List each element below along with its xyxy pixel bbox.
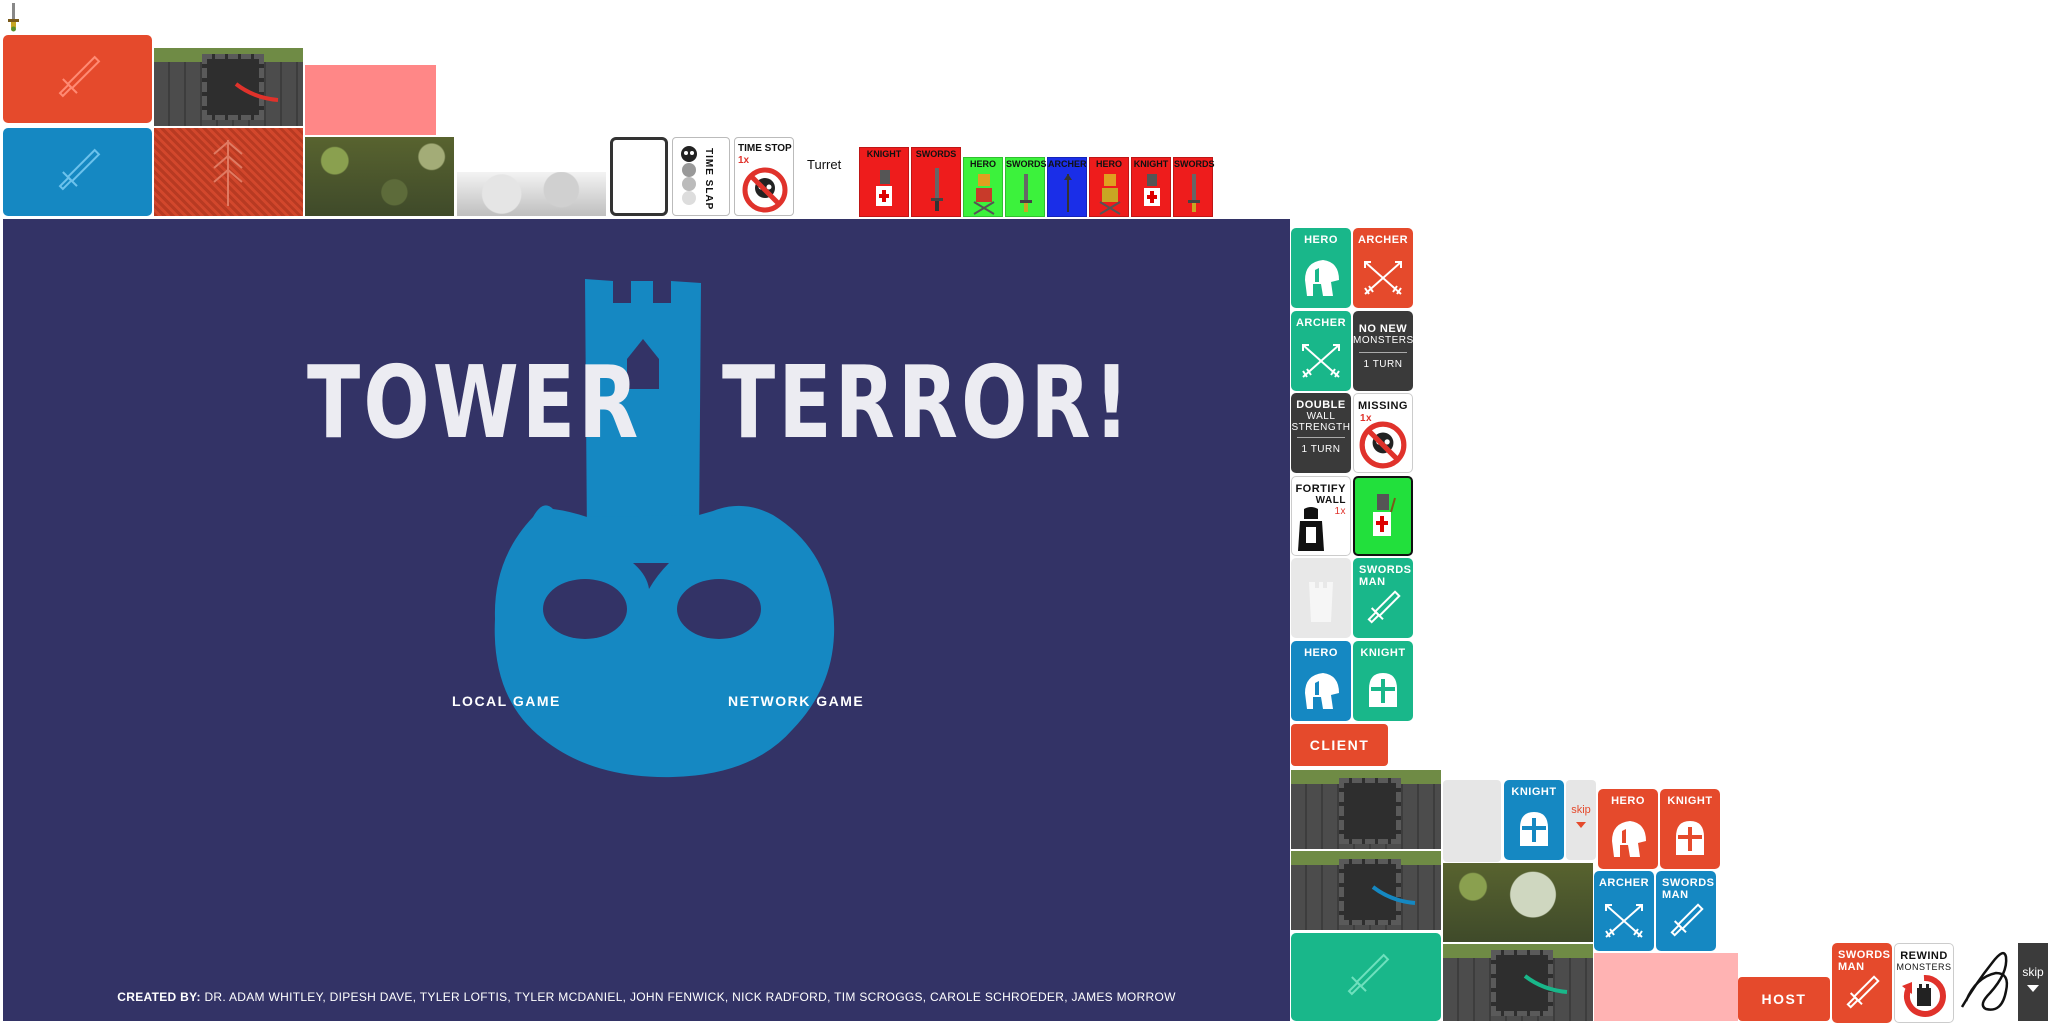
light-pink-block	[1594, 953, 1738, 1021]
card-hero-blue[interactable]: HERO	[1291, 641, 1351, 721]
card-swordsman-teal[interactable]: SWORDS MAN	[1353, 558, 1413, 638]
card-archer-teal[interactable]: ARCHER	[1291, 311, 1351, 391]
helmet-icon	[1305, 260, 1339, 296]
tower-icon	[1309, 582, 1333, 622]
card-hero-teal[interactable]: HERO	[1291, 228, 1351, 308]
unit-sprite-archer: ARCHER	[1047, 157, 1087, 217]
knight-helmet-icon	[1676, 821, 1704, 855]
local-game-button[interactable]: LOCAL GAME	[452, 693, 561, 709]
card-wall-faded[interactable]	[1291, 558, 1351, 638]
no-skull-icon	[742, 167, 788, 213]
card-knight-blue[interactable]: KNIGHT	[1504, 780, 1564, 860]
crossed-arrows-icon	[1302, 344, 1340, 378]
no-skull-icon	[1359, 421, 1407, 469]
card-knight-teal[interactable]: KNIGHT	[1353, 641, 1413, 721]
unit-sprite-knight: KNIGHT	[859, 147, 909, 217]
crossed-arrows-icon	[1364, 261, 1402, 295]
credits-line: CREATED BY: DR. ADAM WHITLEY, DIPESH DAV…	[3, 990, 1290, 1004]
wall-tile-grass-1	[1291, 770, 1441, 849]
wall-tile-grass-3	[1443, 944, 1593, 1021]
card-swordsman-red[interactable]: SWORDS MAN	[1832, 943, 1892, 1023]
title-tower: TOWER	[307, 344, 642, 461]
unit-sprite-swords: SWORDS	[911, 147, 961, 217]
unit-sprite-swords-green: SWORDS	[1005, 157, 1047, 217]
time-stop-card: TIME STOP 1x	[734, 137, 794, 216]
ghost-wall-strip	[457, 172, 606, 216]
time-slap-card: TIME SLAP	[672, 137, 730, 216]
turret-label: Turret	[807, 157, 842, 172]
sword-icon	[1846, 975, 1880, 1009]
wall-tile-grass-2	[1291, 851, 1441, 930]
card-double-wall-strength[interactable]: DOUBLE WALL STRENGTH 1 TURN	[1291, 393, 1351, 473]
skip-button[interactable]: skip	[2018, 943, 2048, 1021]
sword-cursor-icon	[4, 2, 22, 32]
chevron-down-icon	[1576, 822, 1586, 828]
title-terror: TERROR!	[722, 344, 1133, 461]
scribble-icon	[1960, 951, 2009, 1011]
rock-wall-tile	[1443, 863, 1593, 942]
card-no-new-monsters[interactable]: NO NEW MONSTERS 1 TURN	[1353, 311, 1413, 391]
host-button[interactable]: HOST	[1738, 977, 1830, 1021]
card-fortify-wall[interactable]: FORTIFY WALL 1x	[1291, 476, 1351, 556]
chevron-down-icon	[2027, 985, 2039, 992]
swordsman-tile-green	[1291, 933, 1441, 1021]
sword-icon	[1367, 590, 1401, 624]
time-stop-uses: 1x	[738, 155, 750, 166]
main-menu-panel: TOWER TERROR! LOCAL GAME NETWORK GAME CR…	[3, 219, 1290, 1021]
swordsman-tile-red	[3, 35, 152, 123]
unit-sprite-hero-red: HERO	[1089, 157, 1129, 217]
time-slap-label: TIME SLAP	[703, 148, 714, 211]
helmet-icon	[1305, 673, 1339, 709]
knight-silhouette-icon	[1298, 507, 1324, 551]
wall-tile-grass	[154, 48, 303, 126]
arrow-tile-hatched	[154, 128, 303, 216]
time-stop-title: TIME STOP	[738, 143, 792, 154]
rock-wall-strip	[305, 137, 454, 216]
card-archer-red[interactable]: ARCHER	[1353, 228, 1413, 308]
credits-names: DR. ADAM WHITLEY, DIPESH DAVE, TYLER LOF…	[204, 990, 1176, 1004]
skip-tab[interactable]: skip	[1566, 780, 1596, 860]
sword-icon	[1670, 903, 1704, 937]
pink-block	[305, 65, 436, 135]
network-game-button[interactable]: NETWORK GAME	[728, 693, 864, 709]
unit-sprite-swords-small: SWORDS	[1173, 157, 1215, 217]
card-swordsman-blue[interactable]: SWORDS MAN	[1656, 871, 1716, 951]
card-missing[interactable]: MISSING 1x	[1353, 393, 1413, 473]
grey-slot	[1443, 780, 1501, 862]
rewind-icon	[1902, 974, 1946, 1017]
knight-sprite-icon	[1373, 494, 1396, 536]
knight-helmet-icon	[1520, 812, 1548, 846]
helmet-icon	[1612, 821, 1646, 857]
card-hero-red[interactable]: HERO	[1598, 789, 1658, 869]
crossed-arrows-icon	[1605, 904, 1643, 938]
card-knight-sprite[interactable]	[1353, 476, 1413, 556]
swordsman-tile-blue	[3, 128, 152, 216]
blank-card	[610, 137, 668, 216]
client-button[interactable]: CLIENT	[1291, 724, 1388, 766]
card-rewind-monsters[interactable]: REWIND MONSTERS	[1894, 943, 1954, 1023]
knight-helmet-icon	[1369, 673, 1397, 707]
unit-sprite-knight-small: KNIGHT	[1131, 157, 1171, 217]
card-archer-blue[interactable]: ARCHER	[1594, 871, 1654, 951]
credits-label: CREATED BY:	[117, 990, 201, 1004]
unit-sprite-hero: HERO	[963, 157, 1003, 217]
card-knight-red[interactable]: KNIGHT	[1660, 789, 1720, 869]
